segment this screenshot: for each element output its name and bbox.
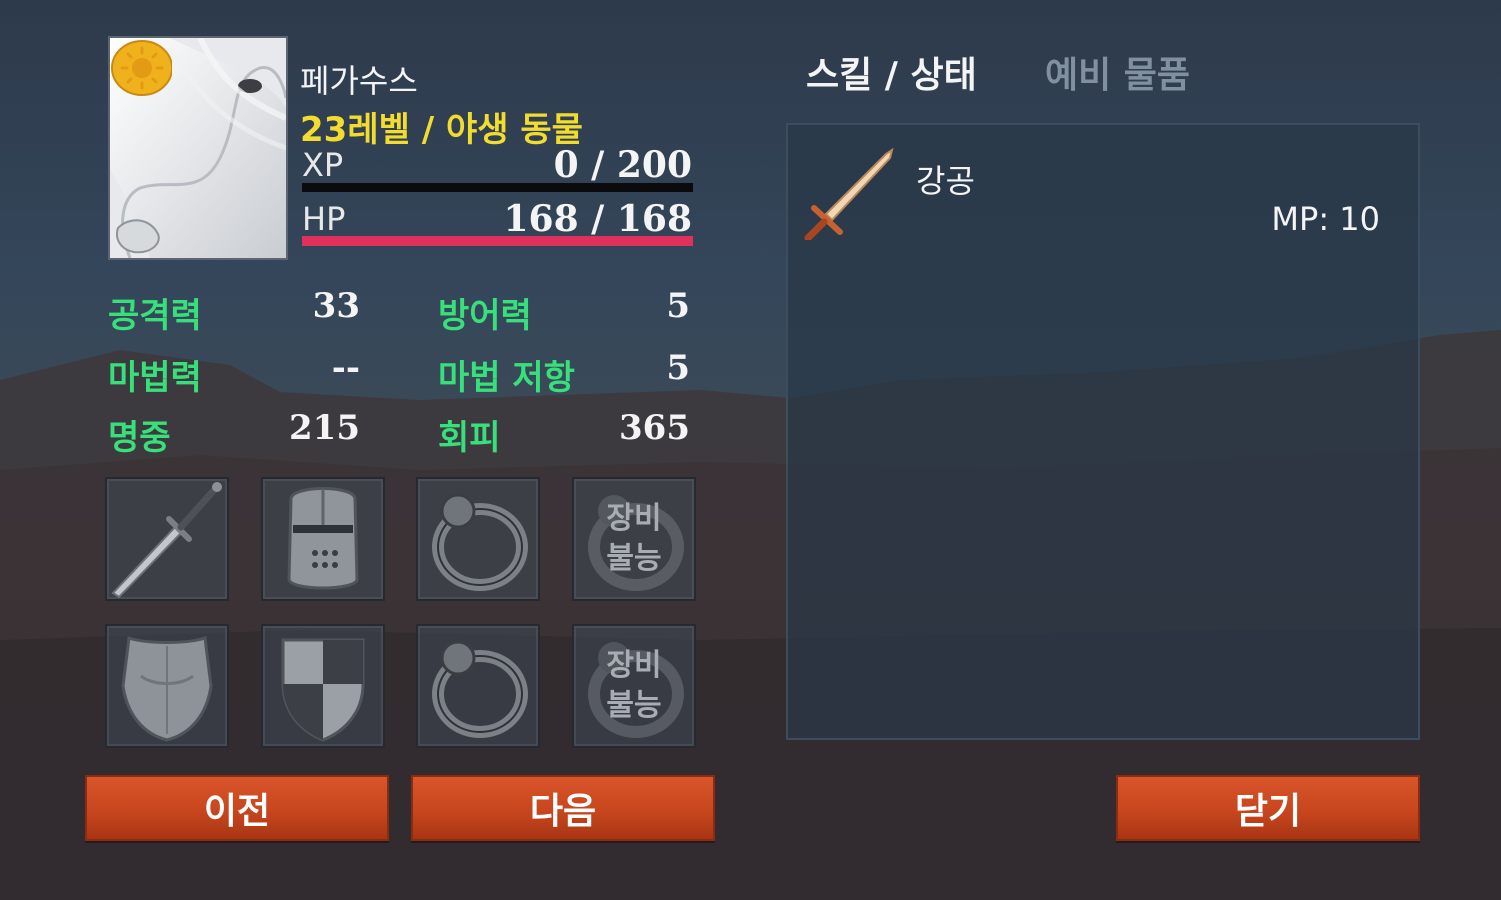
sun-icon [111, 40, 172, 96]
tab-spare-items[interactable]: 예비 물품 [1045, 46, 1190, 98]
xp-value: 0 / 200 [553, 144, 692, 186]
sword-icon [804, 147, 894, 242]
equip-slot-ring-1[interactable] [416, 477, 540, 601]
xp-label: XP [302, 146, 344, 184]
skill-item[interactable] [800, 147, 896, 242]
equip-slot-ring-2[interactable] [416, 624, 540, 748]
dagger-icon [111, 482, 222, 599]
shield-icon [281, 638, 365, 742]
stat-label-evasion: 회피 [438, 418, 501, 458]
slot-unavailable-text: 장비 불능 [606, 648, 662, 723]
ring-icon [432, 493, 528, 591]
stat-label-attack: 공격력 [108, 296, 202, 336]
tab-skills-status[interactable]: 스킬 / 상태 [806, 46, 977, 98]
stat-value-defense: 5 [666, 286, 690, 326]
stat-value-accuracy: 215 [289, 408, 360, 448]
equip-slot-armor[interactable] [105, 624, 229, 748]
stat-label-accuracy: 명중 [108, 418, 171, 458]
helmet-icon [287, 487, 359, 590]
equip-slot-ring-locked-2[interactable]: 장비 불능 [572, 624, 696, 748]
character-name: 페가수스 [300, 62, 418, 100]
equip-slot-helmet[interactable] [261, 477, 385, 601]
stat-label-magic: 마법력 [108, 358, 202, 398]
next-button[interactable]: 다음 [411, 775, 715, 841]
stat-value-evasion: 365 [619, 408, 690, 448]
hp-bar [302, 236, 693, 246]
hp-label: HP [302, 200, 346, 238]
stat-value-attack: 33 [312, 286, 360, 326]
equip-slot-ring-locked-1[interactable]: 장비 불능 [572, 477, 696, 601]
equip-slot-weapon[interactable] [105, 477, 229, 601]
close-button[interactable]: 닫기 [1116, 775, 1420, 841]
xp-bar [302, 183, 693, 192]
skill-name: 강공 [916, 162, 975, 200]
stat-label-defense: 방어력 [438, 296, 532, 336]
equip-slot-shield[interactable] [261, 624, 385, 748]
skill-mp-cost: MP: 10 [1271, 200, 1380, 238]
prev-button[interactable]: 이전 [85, 775, 389, 841]
stat-value-magic-resist: 5 [666, 348, 690, 388]
stat-label-magic-resist: 마법 저항 [438, 358, 575, 398]
ring-icon [432, 640, 528, 738]
chest-armor-icon [121, 635, 213, 742]
hp-value: 168 / 168 [503, 198, 692, 240]
stat-value-magic: -- [331, 348, 360, 388]
slot-unavailable-text: 장비 불능 [606, 501, 662, 576]
